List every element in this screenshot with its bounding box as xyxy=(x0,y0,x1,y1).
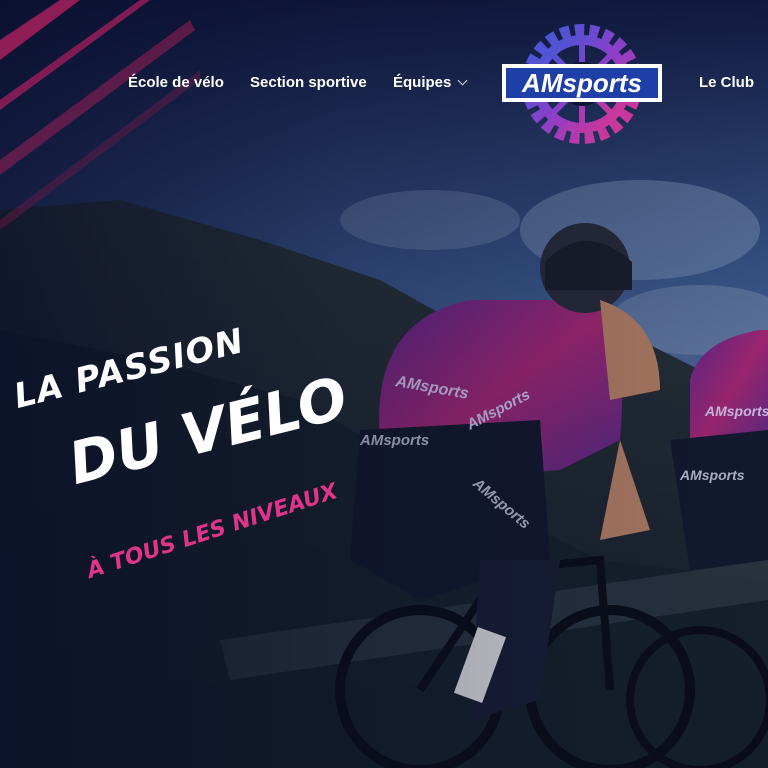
hero-banner: AMsports AMsports AMsports AMsports AMsp… xyxy=(0,0,768,768)
svg-text:AMsports: AMsports xyxy=(704,403,768,419)
nav-item-le-club[interactable]: Le Club xyxy=(699,74,754,91)
decorative-stripes xyxy=(0,0,200,230)
logo-text: AMsports xyxy=(521,68,642,98)
nav-item-equipes[interactable]: Équipes xyxy=(393,74,468,91)
nav-item-equipes-label: Équipes xyxy=(393,74,452,91)
nav-item-ecole-de-velo[interactable]: École de vélo xyxy=(128,74,224,91)
chevron-down-icon xyxy=(457,75,468,86)
amsports-logo[interactable]: AMsports xyxy=(500,18,664,150)
svg-text:AMsports: AMsports xyxy=(359,432,429,449)
svg-text:AMsports: AMsports xyxy=(679,467,745,483)
nav-item-section-sportive[interactable]: Section sportive xyxy=(250,74,367,91)
